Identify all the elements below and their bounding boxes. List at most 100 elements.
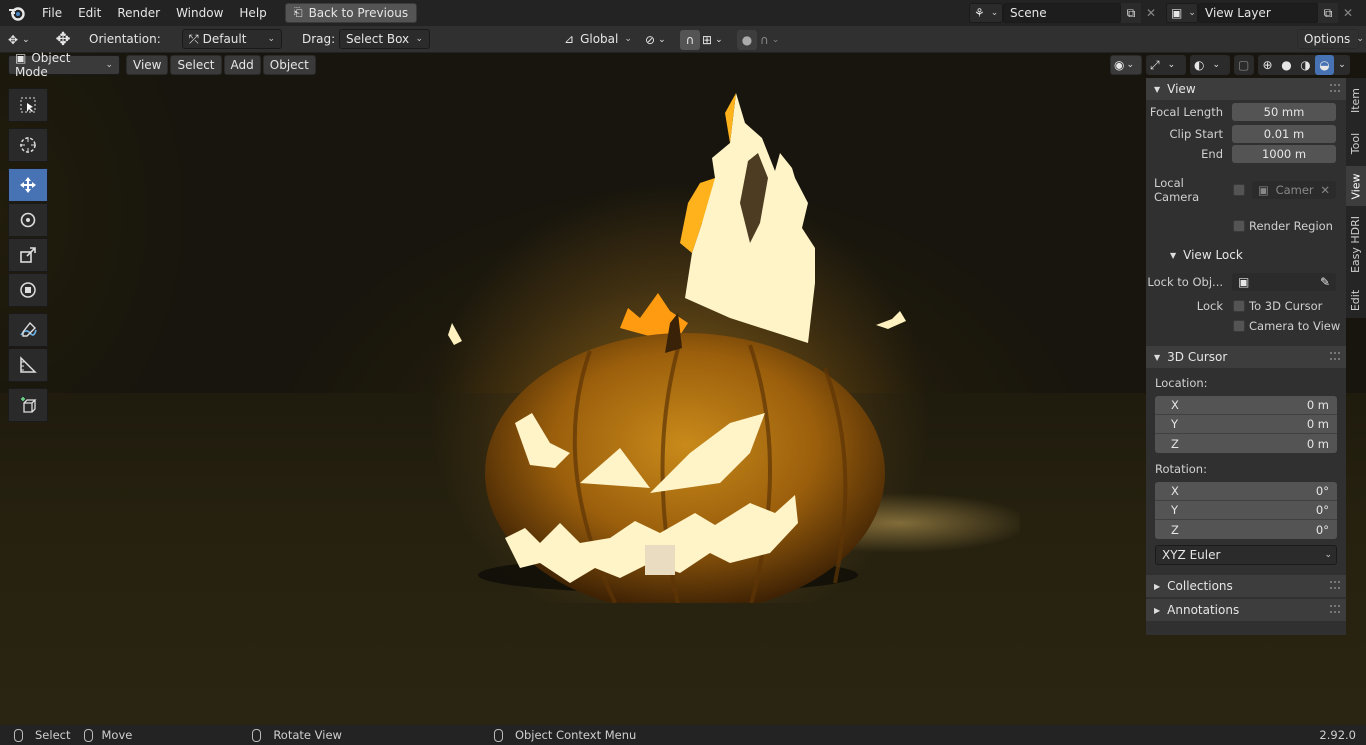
tool-settings-header: ✥ ⌄ ✥ Orientation: ⤱ Default ⌄ Drag: Select… (0, 26, 1366, 53)
material-shading-button[interactable]: ◑ (1296, 55, 1315, 75)
rendered-shading-button[interactable]: ◒ (1315, 55, 1334, 75)
render-region-checkbox[interactable] (1233, 220, 1245, 232)
to-3d-cursor-label: To 3D Cursor (1249, 299, 1323, 313)
scale-tool[interactable] (8, 238, 48, 272)
cursor-rotation-y[interactable]: Y 0° (1155, 501, 1337, 520)
drag-grip-icon[interactable] (1330, 605, 1340, 613)
menu-render[interactable]: Render (109, 0, 168, 26)
view-panel-header[interactable]: ▼ View (1146, 78, 1346, 100)
xray-toggle[interactable]: ▢ (1234, 55, 1254, 75)
view-lock-subpanel-header[interactable]: ▼ View Lock (1146, 244, 1346, 266)
drag-grip-icon[interactable] (1330, 581, 1340, 589)
local-camera-checkbox[interactable] (1233, 184, 1245, 196)
overlays-dropdown[interactable]: ◐ ⌄ (1190, 55, 1230, 75)
scene-browse-button[interactable]: ⚘ ⌄ (969, 3, 1003, 23)
proportional-editing-toggle[interactable]: ● (737, 30, 757, 50)
axis-label: X (1171, 398, 1179, 412)
add-cube-tool[interactable] (8, 388, 48, 422)
expanded-triangle-icon: ▼ (1170, 250, 1177, 260)
tab-easy-hdri[interactable]: Easy HDRI (1346, 209, 1366, 279)
shading-options-dropdown[interactable]: ⌄ (1334, 55, 1350, 75)
drag-grip-icon[interactable] (1330, 84, 1340, 92)
viewport-menu-view[interactable]: View (126, 55, 169, 75)
object-mode-dropdown[interactable]: ▣ Object Mode ⌄ (8, 51, 120, 79)
render-region-label: Render Region (1249, 219, 1333, 233)
drag-dropdown[interactable]: Select Box ⌄ (339, 29, 430, 49)
tab-tool-label: Tool (1349, 132, 1363, 154)
snap-target-dropdown[interactable]: ⊞ ⌄ (702, 30, 730, 50)
scale-icon (20, 247, 36, 263)
axis-value: 0 m (1306, 436, 1329, 451)
collapsed-triangle-icon: ▶ (1154, 581, 1161, 591)
viewport-menu-select[interactable]: Select (170, 55, 222, 75)
tab-tool[interactable]: Tool (1346, 122, 1366, 164)
tab-edit[interactable]: Edit (1346, 282, 1366, 318)
snap-increment-icon: ⊞ (702, 33, 713, 47)
wireframe-shading-button[interactable]: ⊕ (1258, 55, 1277, 75)
clip-start-field[interactable]: 0.01 m (1232, 125, 1336, 143)
cursor-location-y[interactable]: Y 0 m (1155, 415, 1337, 434)
back-to-previous-button[interactable]: ⎗ Back to Previous (284, 3, 418, 23)
tool-settings-dropdown[interactable]: ✥ ⌄ (8, 30, 40, 50)
sidebar-n-panel: ▼ View Focal Length 50 mm Clip Start 0.0… (1146, 78, 1346, 635)
scene-name-field[interactable]: Scene (1003, 3, 1121, 23)
eye-icon: ◉ (1114, 58, 1125, 72)
drag-grip-icon[interactable] (1330, 352, 1340, 360)
pumpkin-tooth (645, 545, 675, 575)
version-label: 2.92.0 (1319, 728, 1356, 742)
tab-item[interactable]: Item (1346, 80, 1366, 120)
menu-window[interactable]: Window (168, 0, 231, 26)
clear-icon[interactable]: ✕ (1320, 183, 1330, 197)
transform-tool[interactable] (8, 273, 48, 307)
camera-to-view-checkbox[interactable] (1233, 320, 1245, 332)
measure-tool[interactable] (8, 348, 48, 382)
clip-end-field[interactable]: 1000 m (1232, 145, 1336, 163)
cursor-rotation-z[interactable]: Z 0° (1155, 520, 1337, 539)
select-box-tool[interactable] (8, 88, 48, 122)
visibility-dropdown[interactable]: ◉ ⌄ (1110, 55, 1142, 75)
focal-length-field[interactable]: 50 mm (1232, 103, 1336, 121)
cursor-location-z[interactable]: Z 0 m (1155, 434, 1337, 453)
global-axes-icon: ⊿ (564, 32, 575, 46)
proportional-falloff-dropdown[interactable]: ∩ ⌄ (760, 30, 788, 50)
falloff-curve-icon: ∩ (760, 33, 769, 47)
axis-label: Y (1171, 503, 1179, 517)
3d-cursor-panel-header[interactable]: ▼ 3D Cursor (1146, 346, 1346, 368)
snap-toggle[interactable]: ∩ (680, 30, 700, 50)
delete-view-layer-button[interactable]: ✕ (1338, 3, 1358, 23)
rotate-tool[interactable] (8, 203, 48, 237)
new-scene-button[interactable]: ⧉ (1121, 3, 1141, 23)
options-dropdown[interactable]: Options ⌄ (1297, 29, 1364, 49)
transform-orientation-dropdown[interactable]: ⊿ Global ⌄ (557, 29, 637, 49)
delete-scene-button[interactable]: ✕ (1141, 3, 1161, 23)
to-3d-cursor-checkbox[interactable] (1233, 300, 1245, 312)
annotate-tool[interactable] (8, 313, 48, 347)
blender-logo-icon[interactable] (0, 0, 34, 26)
rotation-mode-dropdown[interactable]: XYZ Euler ⌄ (1155, 545, 1337, 565)
cursor-tool[interactable] (8, 128, 48, 162)
collapsed-triangle-icon: ▶ (1154, 605, 1161, 615)
new-view-layer-button[interactable]: ⧉ (1318, 3, 1338, 23)
annotations-panel-header[interactable]: ▶ Annotations (1146, 599, 1346, 621)
orientation-dropdown[interactable]: ⤱ Default ⌄ (182, 29, 282, 49)
eyedropper-icon[interactable]: ✎ (1320, 275, 1330, 289)
view-layer-name-field[interactable]: View Layer (1198, 3, 1318, 23)
gizmo-dropdown[interactable]: ⤢ ⌄ (1146, 55, 1186, 75)
menu-file[interactable]: File (34, 0, 70, 26)
tab-view[interactable]: View (1346, 166, 1366, 206)
gizmo-icon: ⤢ (1150, 57, 1160, 72)
cursor-rotation-x[interactable]: X 0° (1155, 482, 1337, 501)
cursor-location-x[interactable]: X 0 m (1155, 396, 1337, 415)
viewport-menu-object[interactable]: Object (262, 55, 316, 75)
move-tool[interactable] (8, 168, 48, 202)
lock-label: Lock (1196, 299, 1223, 313)
pivot-point-dropdown[interactable]: ⊘ ⌄ (645, 30, 673, 50)
solid-shading-button[interactable]: ● (1277, 55, 1296, 75)
local-camera-field[interactable]: ▣ Camer ✕ (1252, 181, 1336, 199)
viewport-menu-add[interactable]: Add (223, 55, 261, 75)
menu-help[interactable]: Help (231, 0, 274, 26)
menu-edit[interactable]: Edit (70, 0, 109, 26)
lock-to-object-field[interactable]: ▣ ✎ (1232, 273, 1336, 291)
collections-panel-header[interactable]: ▶ Collections (1146, 575, 1346, 597)
view-layer-browse-button[interactable]: ▣ ⌄ (1166, 3, 1198, 23)
